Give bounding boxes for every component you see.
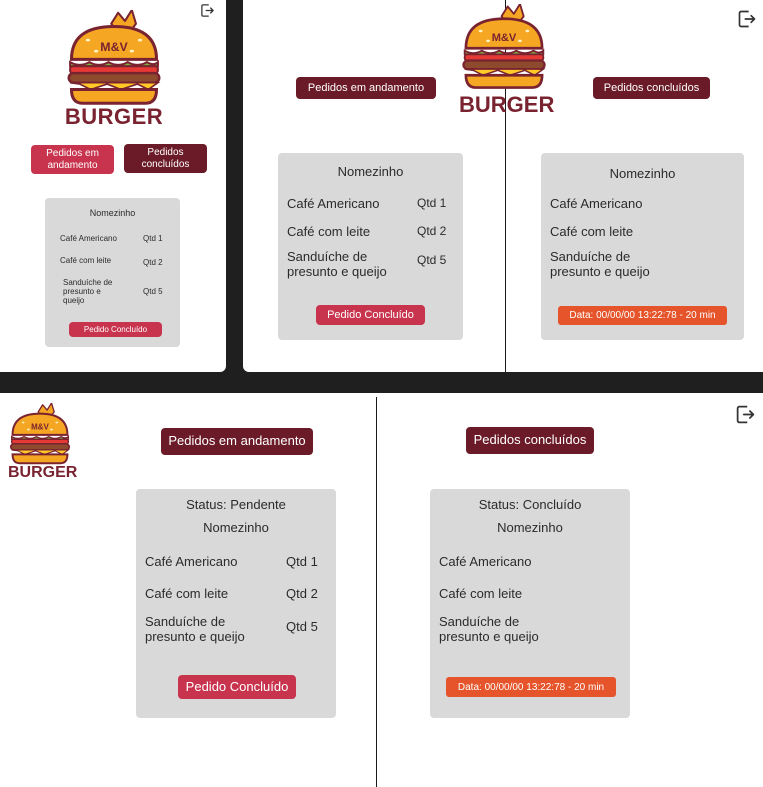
item-name: Sanduíche de presunto e queijo <box>439 614 539 644</box>
item-name: Sanduíche de presunto e queijo <box>287 249 387 279</box>
item-name: Sanduíche de presunto e queijo <box>145 614 245 644</box>
date-badge: Data: 00/00/00 13:22:78 - 20 min <box>446 677 616 697</box>
item-name: Café com leite <box>60 256 112 265</box>
complete-order-button[interactable]: Pedido Concluído <box>178 675 296 699</box>
item-name: Café Americano <box>60 234 117 243</box>
logo-text: M&V <box>31 423 49 432</box>
item-name: Café com leite <box>550 224 634 239</box>
item-name: Café Americano <box>439 554 532 569</box>
logout-icon[interactable] <box>735 404 756 425</box>
brand-name: BURGER <box>64 104 164 129</box>
item-qty: Qtd 1 <box>143 234 163 243</box>
logo-text: M&V <box>100 40 128 54</box>
status-text: Status: Concluído <box>478 497 582 512</box>
order-card-pending: Status: Pendente Nomezinho Café American… <box>136 489 336 718</box>
item-name: Café com leite <box>145 586 229 601</box>
customer-name: Nomezinho <box>337 164 404 179</box>
order-card-done: Status: Concluído Nomezinho Café America… <box>430 489 630 718</box>
item-name: Café Americano <box>550 196 643 211</box>
in-progress-button[interactable]: Pedidos em andamento <box>31 145 114 174</box>
customer-name: Nomezinho <box>89 208 136 218</box>
item-qty: Qtd 5 <box>417 253 447 267</box>
completed-button[interactable]: Pedidos concluídos <box>124 144 207 173</box>
item-qty: Qtd 5 <box>286 619 318 634</box>
logo-text: M&V <box>492 32 517 44</box>
divider <box>376 397 377 787</box>
mobile-panel: M&V BURGER Pedidos em andamento Pedidos … <box>0 0 226 372</box>
completed-button[interactable]: Pedidos concluídos <box>593 77 710 99</box>
order-card: Nomezinho Café Americano Qtd 1 Café com … <box>45 198 180 347</box>
completed-button[interactable]: Pedidos concluídos <box>466 427 594 454</box>
complete-order-button[interactable]: Pedido Concluído <box>69 322 162 337</box>
in-progress-button[interactable]: Pedidos em andamento <box>296 77 436 99</box>
logout-icon[interactable] <box>737 9 757 29</box>
brand-logo: M&V BURGER <box>64 8 164 130</box>
customer-name: Nomezinho <box>497 520 563 535</box>
date-badge: Data: 00/00/00 13:22:78 - 20 min <box>558 306 727 325</box>
item-qty: Qtd 1 <box>417 196 447 210</box>
brand-logo: M&V BURGER <box>459 2 555 120</box>
customer-name: Nomezinho <box>609 166 676 181</box>
item-qty: Qtd 1 <box>286 554 318 569</box>
logout-icon[interactable] <box>200 3 215 18</box>
item-qty: Qtd 2 <box>143 258 163 267</box>
brand-logo: M&V BURGER <box>8 402 78 485</box>
order-card-pending: Nomezinho Café Americano Qtd 1 Café com … <box>278 153 463 340</box>
complete-order-button[interactable]: Pedido Concluído <box>316 305 425 325</box>
item-name: Sanduíche de presunto e queijo <box>550 249 650 279</box>
item-name: Café Americano <box>145 554 238 569</box>
brand-name: BURGER <box>8 464 78 481</box>
item-name: Sanduíche de presunto e queijo <box>63 278 113 306</box>
item-qty: Qtd 2 <box>286 586 318 601</box>
order-card-done: Nomezinho Café Americano Café com leite … <box>541 153 744 340</box>
item-name: Café com leite <box>287 224 371 239</box>
item-qty: Qtd 5 <box>143 287 163 296</box>
item-name: Café Americano <box>287 196 380 211</box>
desktop-panel: M&V BURGER Pedidos em andamento Pedidos … <box>0 393 763 787</box>
in-progress-button[interactable]: Pedidos em andamento <box>161 428 313 455</box>
item-qty: Qtd 2 <box>417 224 447 238</box>
status-text: Status: Pendente <box>186 497 286 512</box>
item-name: Café com leite <box>439 586 523 601</box>
brand-name: BURGER <box>459 92 555 117</box>
tablet-panel: M&V BURGER Pedidos em andamento Pedidos … <box>243 0 763 372</box>
customer-name: Nomezinho <box>203 520 269 535</box>
